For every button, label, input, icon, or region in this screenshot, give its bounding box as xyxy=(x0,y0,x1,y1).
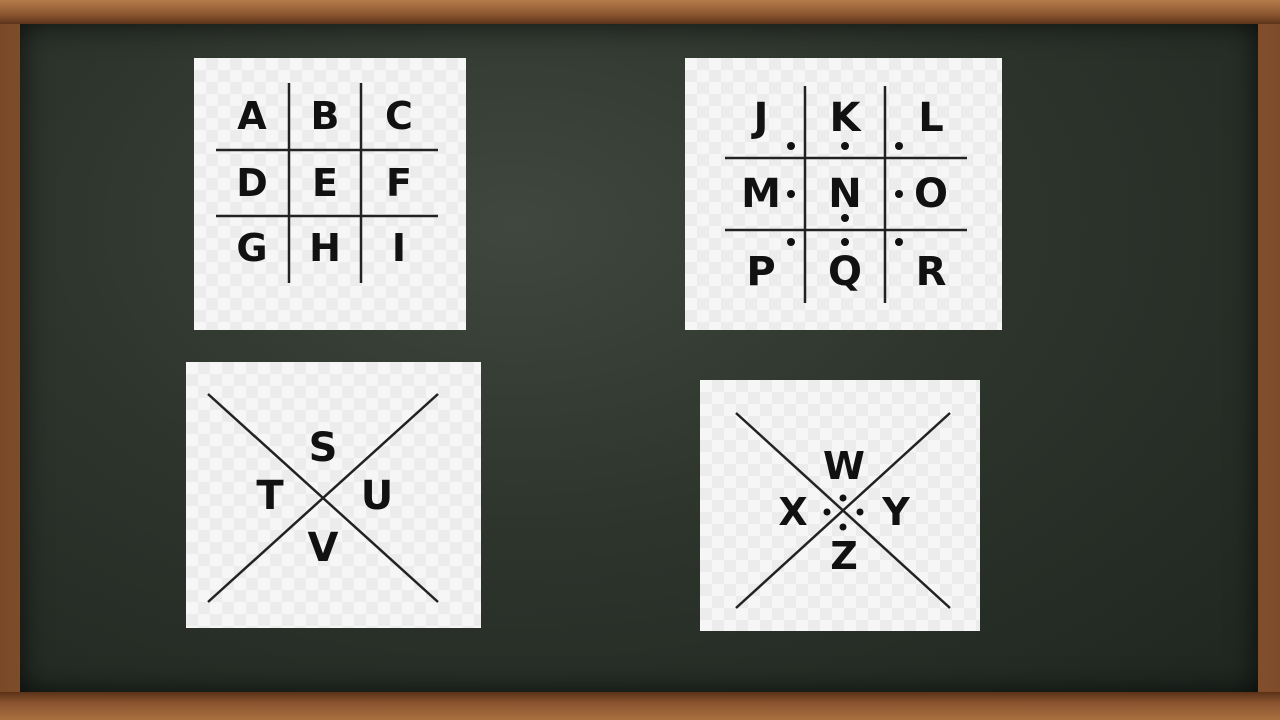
letter-e: E xyxy=(312,161,338,205)
letter-h: H xyxy=(309,226,341,270)
letter-q: Q xyxy=(828,249,862,295)
frame-top xyxy=(0,0,1280,24)
letter-k: K xyxy=(830,95,863,141)
letter-m: M xyxy=(741,171,781,217)
dot-r xyxy=(895,238,903,246)
letter-f: F xyxy=(386,161,412,205)
dot-z xyxy=(839,523,847,531)
pigpen-grid-j-r: J K L M N O P Q R xyxy=(685,58,1002,330)
dot-p xyxy=(787,238,795,246)
letter-p: P xyxy=(746,249,775,295)
pigpen-x-w-z: W X Y Z xyxy=(700,380,980,631)
letter-z: Z xyxy=(830,534,858,578)
dot-y xyxy=(856,508,864,516)
letter-t: T xyxy=(256,473,284,519)
pigpen-x-s-v: S T U V xyxy=(186,362,481,628)
dot-o xyxy=(895,190,903,198)
letter-b: B xyxy=(311,94,340,138)
letter-j: J xyxy=(751,95,769,141)
frame-bottom xyxy=(0,692,1280,720)
dot-n xyxy=(841,214,849,222)
dot-j xyxy=(787,142,795,150)
dot-m xyxy=(787,190,795,198)
letter-c: C xyxy=(385,94,413,138)
dot-w xyxy=(839,494,847,502)
letter-r: R xyxy=(916,249,947,295)
dot-k xyxy=(841,142,849,150)
letter-a: A xyxy=(237,94,267,138)
letter-i: I xyxy=(392,226,406,270)
letter-s: S xyxy=(309,425,338,471)
pigpen-grid-a-i: A B C D E F G H I xyxy=(194,58,466,330)
letter-l: L xyxy=(918,95,944,141)
dot-x xyxy=(823,508,831,516)
letter-n: N xyxy=(828,171,861,217)
dot-l xyxy=(895,142,903,150)
letter-x: X xyxy=(778,490,807,534)
letter-y: Y xyxy=(881,490,910,534)
letter-v: V xyxy=(308,525,339,571)
letter-o: O xyxy=(914,171,948,217)
letter-d: D xyxy=(236,161,268,205)
letter-u: U xyxy=(361,473,393,519)
letter-g: G xyxy=(236,226,267,270)
dot-q xyxy=(841,238,849,246)
letter-w: W xyxy=(823,444,865,488)
